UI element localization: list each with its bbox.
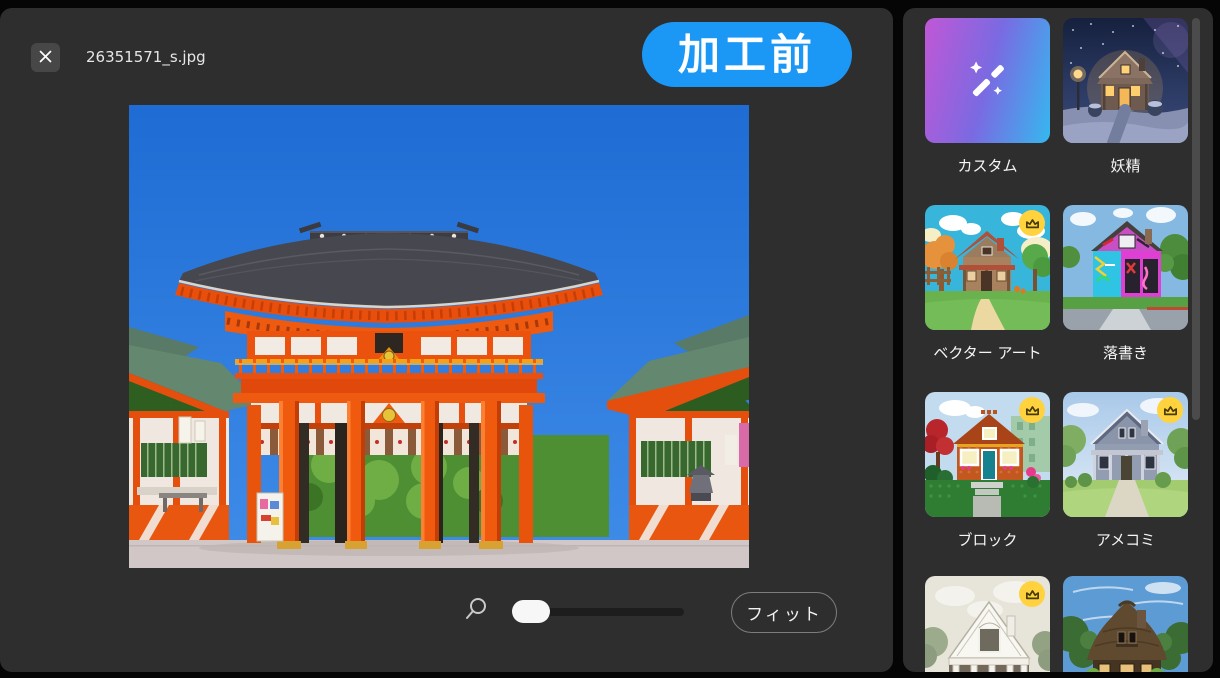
zoom-slider-thumb[interactable] bbox=[512, 600, 550, 623]
app-window: 26351571_s.jpg 加工前 bbox=[0, 0, 1220, 678]
style-item-fairy[interactable]: 妖精 bbox=[1063, 18, 1188, 176]
photo-preview[interactable] bbox=[129, 105, 749, 568]
style-item-custom[interactable]: カスタム bbox=[925, 18, 1050, 176]
style-label: 妖精 bbox=[1110, 155, 1140, 176]
zoom-slider[interactable] bbox=[512, 608, 684, 616]
close-icon bbox=[39, 48, 52, 67]
fit-button[interactable]: フィット bbox=[731, 592, 837, 633]
viewer-panel: 26351571_s.jpg 加工前 bbox=[0, 8, 893, 672]
style-item-graffiti[interactable]: 落書き bbox=[1063, 205, 1188, 363]
style-item-cropped-2[interactable] bbox=[1063, 576, 1188, 672]
style-item-amecomi[interactable]: アメコミ bbox=[1063, 392, 1188, 550]
premium-crown-icon bbox=[1019, 581, 1045, 607]
fairy-night-cottage-image bbox=[1063, 18, 1188, 143]
comic-style-house-image bbox=[1063, 392, 1188, 517]
premium-crown-icon bbox=[1019, 397, 1045, 423]
vector-art-house-image bbox=[925, 205, 1050, 330]
filename-label: 26351571_s.jpg bbox=[86, 43, 206, 72]
toy-block-house-image bbox=[925, 392, 1050, 517]
before-edit-badge: 加工前 bbox=[642, 22, 852, 87]
style-item-block[interactable]: ブロック bbox=[925, 392, 1050, 550]
style-label: カスタム bbox=[957, 155, 1017, 176]
styles-scrollbar[interactable] bbox=[1192, 18, 1200, 420]
style-label: 落書き bbox=[1103, 342, 1148, 363]
search-icon bbox=[462, 595, 490, 623]
close-button[interactable] bbox=[31, 43, 60, 72]
premium-crown-icon bbox=[1019, 210, 1045, 236]
premium-crown-icon bbox=[1157, 397, 1183, 423]
style-label: アメコミ bbox=[1096, 529, 1155, 550]
thatched-cottage-image bbox=[1063, 576, 1188, 672]
style-label: ベクター アート bbox=[933, 342, 1041, 363]
zoom-controls: フィット bbox=[0, 592, 893, 636]
graffiti-house-image bbox=[1063, 205, 1188, 330]
style-label: ブロック bbox=[957, 529, 1017, 550]
style-item-vector-art[interactable]: ベクター アート bbox=[925, 205, 1050, 363]
styles-panel: カスタム bbox=[903, 8, 1213, 672]
magic-wand-icon bbox=[962, 55, 1014, 107]
white-sketch-house-image bbox=[925, 576, 1050, 672]
style-item-cropped-1[interactable] bbox=[925, 576, 1050, 672]
custom-gradient-magic-wand-image bbox=[925, 18, 1050, 143]
